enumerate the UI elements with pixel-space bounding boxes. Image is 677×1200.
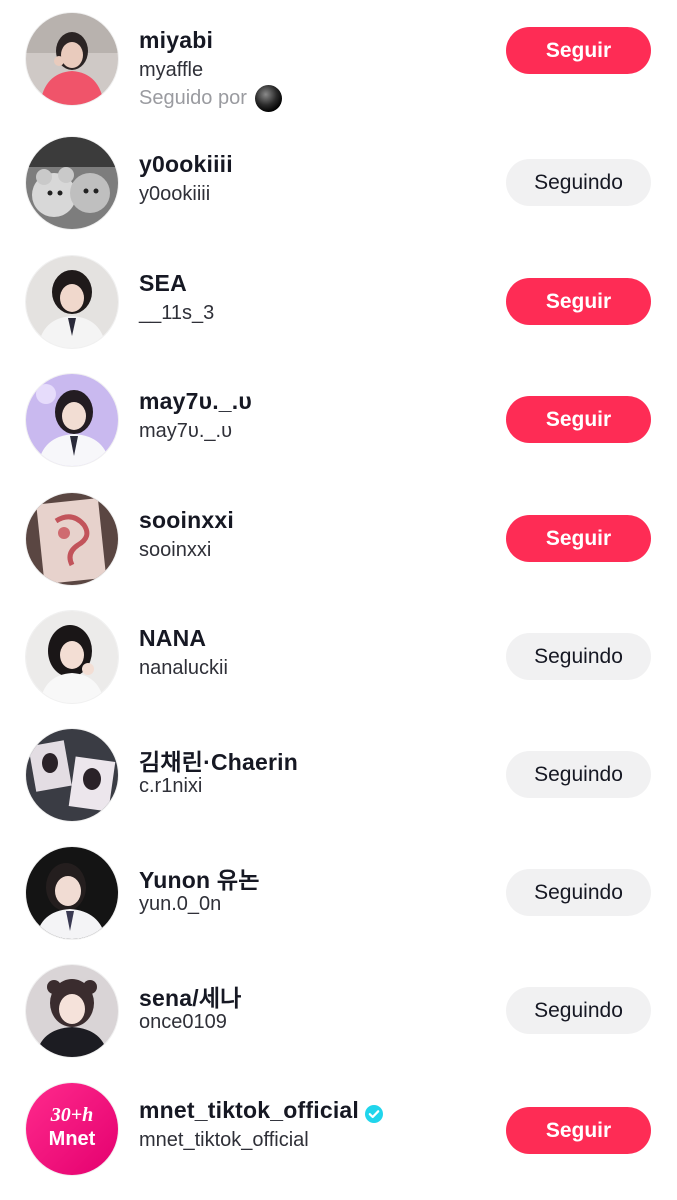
user-handle: y0ookiiii bbox=[139, 183, 211, 205]
user-display-name: SEA bbox=[139, 270, 187, 296]
user-display-name: miyabi bbox=[139, 27, 214, 53]
avatar[interactable] bbox=[26, 847, 118, 939]
avatar[interactable] bbox=[26, 965, 118, 1057]
user-row-nana[interactable]: NANA nanaluckii Seguindo bbox=[0, 598, 677, 716]
following-button[interactable]: Seguindo bbox=[506, 987, 651, 1034]
user-handle: __11s_3 bbox=[139, 302, 215, 324]
user-handle: sooinxxi bbox=[139, 539, 212, 561]
user-list: miyabi myaffle Seguido por Seguir y0ooki… bbox=[0, 0, 677, 1200]
mutual-follower-avatar[interactable] bbox=[254, 85, 282, 112]
user-row-chaerin[interactable]: 김채린·Chaerin c.r1nixi Seguindo bbox=[0, 716, 677, 834]
user-handle: c.r1nixi bbox=[139, 775, 203, 797]
user-row-may7u[interactable]: may7υ._.υ may7υ._.υ Seguir bbox=[0, 361, 677, 479]
user-handle: may7υ._.υ bbox=[139, 420, 233, 442]
user-display-name: y0ookiiii bbox=[139, 151, 233, 177]
avatar[interactable] bbox=[26, 256, 118, 348]
user-row-yunon[interactable]: Yunon 유논 yun.0_0n Seguindo bbox=[0, 834, 677, 952]
following-button[interactable]: Seguindo bbox=[506, 751, 651, 798]
user-display-name: mnet_tiktok_official bbox=[139, 1097, 383, 1124]
user-display-name: sena/세나 bbox=[139, 985, 242, 1011]
user-handle: once0109 bbox=[139, 1011, 227, 1033]
follow-button[interactable]: Seguir bbox=[506, 278, 651, 325]
following-button[interactable]: Seguindo bbox=[506, 633, 651, 680]
avatar[interactable] bbox=[26, 493, 118, 585]
user-display-name: NANA bbox=[139, 625, 207, 651]
user-handle: mnet_tiktok_official bbox=[139, 1129, 309, 1151]
avatar-logo-bottom: Mnet bbox=[49, 1128, 96, 1150]
followed-by-text: Seguido por bbox=[139, 85, 282, 112]
avatar-logo-top: 30+h bbox=[50, 1104, 94, 1126]
user-display-name: 김채린·Chaerin bbox=[139, 749, 298, 775]
user-row-sooinxxi[interactable]: sooinxxi sooinxxi Seguir bbox=[0, 480, 677, 598]
avatar[interactable] bbox=[26, 374, 118, 466]
user-display-name: Yunon 유논 bbox=[139, 867, 260, 893]
avatar[interactable]: 30+h Mnet bbox=[26, 1083, 118, 1175]
avatar[interactable] bbox=[26, 729, 118, 821]
follow-button[interactable]: Seguir bbox=[506, 515, 651, 562]
user-row-y0ookiiii[interactable]: y0ookiiii y0ookiiii Seguindo bbox=[0, 124, 677, 242]
user-display-name: may7υ._.υ bbox=[139, 388, 252, 414]
user-row-miyabi[interactable]: miyabi myaffle Seguido por Seguir bbox=[0, 0, 677, 118]
avatar[interactable] bbox=[26, 137, 118, 229]
user-display-name: sooinxxi bbox=[139, 507, 234, 533]
user-row-sena[interactable]: sena/세나 once0109 Seguindo bbox=[0, 952, 677, 1070]
follow-button[interactable]: Seguir bbox=[506, 1107, 651, 1154]
following-button[interactable]: Seguindo bbox=[506, 869, 651, 916]
avatar[interactable] bbox=[26, 13, 118, 105]
user-handle: myaffle bbox=[139, 59, 204, 81]
avatar[interactable] bbox=[26, 611, 118, 703]
user-handle: nanaluckii bbox=[139, 657, 228, 679]
user-handle: yun.0_0n bbox=[139, 893, 222, 915]
user-row-sea[interactable]: SEA __11s_3 Seguir bbox=[0, 243, 677, 361]
following-button[interactable]: Seguindo bbox=[506, 159, 651, 206]
user-row-mnet[interactable]: 30+h Mnet mnet_tiktok_official mnet_tikt… bbox=[0, 1070, 677, 1188]
follow-button[interactable]: Seguir bbox=[506, 396, 651, 443]
verified-badge-icon bbox=[365, 1102, 383, 1123]
follow-button[interactable]: Seguir bbox=[506, 27, 651, 74]
